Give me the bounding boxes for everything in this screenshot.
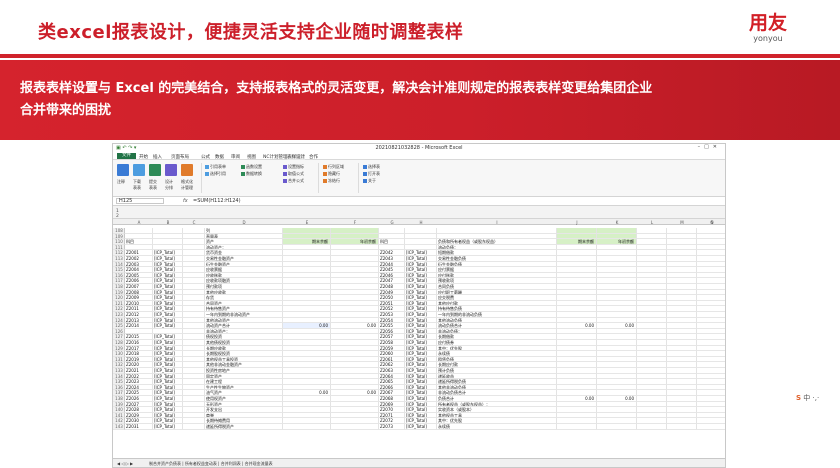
excel-window: ▣ ↶ ↷ ▾ 20210821032828 - Microsoft Excel…	[112, 143, 726, 468]
ribbon-item[interactable]: 冻结行	[323, 178, 340, 184]
window-title: 20210821032828 - Microsoft Excel	[375, 145, 463, 151]
logo-sub-text: yonyou	[753, 34, 783, 43]
submit-icon[interactable]	[149, 164, 161, 176]
column-header[interactable]: D	[205, 220, 283, 225]
outline-levels: 1 2	[113, 206, 725, 219]
column-header[interactable]: B	[153, 220, 183, 225]
header-divider	[0, 54, 840, 58]
column-header[interactable]: A	[125, 220, 153, 225]
table-cell[interactable]	[667, 424, 697, 430]
banner-line-1: 报表表样设置与 Excel 的完美结合，支持报表格式的灵活变更，解决会计准则规定…	[20, 81, 653, 96]
ribbon-tab[interactable]: 开始	[139, 154, 148, 160]
ribbon-tab[interactable]: 审阅	[231, 154, 240, 160]
ribbon-tab[interactable]: NC计划管理	[263, 154, 288, 160]
window-controls-icon[interactable]: –□✕	[698, 144, 721, 150]
table-cell[interactable]	[697, 424, 725, 430]
column-header[interactable]: O	[697, 220, 725, 225]
table-cell[interactable]	[597, 424, 637, 430]
table-cell[interactable]	[283, 424, 331, 430]
ribbon-tab[interactable]: 合作	[309, 154, 318, 160]
table-cell[interactable]: Z2031	[125, 424, 153, 430]
ribbon-item[interactable]: 选择引用	[205, 171, 226, 177]
ribbon-item[interactable]: 合并公式	[283, 178, 304, 184]
sheet-tabs: ◀ ◁ ▷ ▶ 制合并资产负债表 | 所有者权益变动表 | 合并利润表 | 合并…	[113, 458, 725, 467]
format-icon[interactable]	[181, 164, 193, 176]
fx-icon[interactable]: fx	[183, 198, 188, 204]
table-cell[interactable]	[637, 424, 667, 430]
table-cell[interactable]: 永续债	[437, 424, 557, 430]
excel-titlebar: ▣ ↶ ↷ ▾ 20210821032828 - Microsoft Excel…	[113, 144, 725, 152]
ribbon-separator	[318, 163, 319, 193]
table-cell[interactable]	[331, 424, 379, 430]
ribbon: 注释 下载 提交 设计 格式化 表表 表表 分排 计管理 引用表单 选择引用 函…	[113, 160, 725, 197]
slide-title: 类excel报表设计，便捷灵活支持企业随时调整表样	[38, 22, 464, 43]
column-header[interactable]: I	[437, 220, 557, 225]
ribbon-item[interactable]: 隐藏行	[323, 171, 340, 177]
sheet-nav-icon[interactable]: ◀ ◁ ▷ ▶	[117, 461, 133, 466]
logo-main-text: 用友	[748, 12, 787, 34]
formula-bar: H125 fx =SUM(H112:H124)	[113, 197, 725, 206]
column-header[interactable]: K	[597, 220, 637, 225]
ribbon-item[interactable]: 数据转换	[241, 171, 262, 177]
table-cell[interactable]	[557, 424, 597, 430]
annotate-icon[interactable]	[117, 164, 129, 176]
column-header[interactable]: F	[331, 220, 379, 225]
table-cell[interactable]: [ICP_Total]	[153, 424, 183, 430]
spreadsheet-grid: 108 列 109 直量表 110 科目 资产 期末余额 年初余额 科目 负债和所有者权益（或股东权…	[113, 228, 725, 460]
sogou-s-icon: S	[796, 394, 802, 402]
banner-text: 报表表样设置与 Excel 的完美结合，支持报表格式的灵活变更，解决会计准则规定…	[20, 78, 810, 122]
table-cell[interactable]: [ICP_Total]	[405, 424, 437, 430]
column-headers: ABCDEFGHIJKLMNO	[113, 219, 725, 225]
download-icon[interactable]	[133, 164, 145, 176]
ribbon-item[interactable]: 行列区域	[323, 164, 344, 170]
ime-indicator[interactable]: S 中 ·,·	[796, 393, 819, 403]
ribbon-tab[interactable]: 页面布局	[171, 154, 189, 160]
ribbon-item[interactable]: 引用表单	[205, 164, 226, 170]
ribbon-tab[interactable]: 文件	[117, 153, 136, 159]
banner-line-2: 合并带来的困扰	[20, 103, 112, 118]
ribbon-item[interactable]: 设置指标	[283, 164, 304, 170]
column-header[interactable]: G	[379, 220, 405, 225]
ime-mode-label: 中	[803, 394, 811, 402]
column-header[interactable]: E	[283, 220, 331, 225]
red-banner: 报表表样设置与 Excel 的完美结合，支持报表格式的灵活变更，解决会计准则规定…	[0, 60, 840, 140]
row-number[interactable]: 143	[113, 424, 125, 430]
ribbon-item[interactable]: 取值公式	[283, 171, 304, 177]
ribbon-item[interactable]: 关于	[363, 178, 376, 184]
ribbon-separator	[201, 163, 202, 193]
btn-label-7: 表表	[149, 185, 157, 190]
btn-label-8: 分排	[165, 185, 173, 190]
table-row: 143 Z2031 [ICP_Total] 递延所得税资产 Z2073 [ICP_Tota…	[113, 424, 725, 430]
table-cell[interactable]: 递延所得税资产	[205, 424, 283, 430]
ribbon-item[interactable]: 选择表	[363, 164, 380, 170]
ime-tools-icon: ·,·	[812, 394, 820, 402]
column-header[interactable]: L	[637, 220, 667, 225]
column-header[interactable]: J	[557, 220, 597, 225]
yonyou-logo: 用友 yonyou	[738, 12, 798, 44]
ribbon-tab[interactable]: 公式	[201, 154, 210, 160]
name-box[interactable]: H125	[116, 198, 164, 204]
table-cell[interactable]	[183, 424, 205, 430]
ribbon-separator	[358, 163, 359, 193]
ribbon-item[interactable]: 打开表	[363, 171, 380, 177]
ribbon-tab[interactable]: 插入	[153, 154, 162, 160]
ribbon-tabs: 文件 开始 插入 页面布局 公式 数据 审阅 视图 NC计划管理 表样设计 合作	[113, 152, 725, 160]
design-icon[interactable]	[165, 164, 177, 176]
ribbon-tab[interactable]: 表样设计	[287, 153, 305, 160]
ribbon-tab[interactable]: 数据	[215, 154, 224, 160]
formula-input[interactable]: =SUM(H112:H124)	[193, 198, 241, 204]
column-header[interactable]: C	[183, 220, 205, 225]
ribbon-item[interactable]: 函数设置	[241, 164, 262, 170]
column-header[interactable]: H	[405, 220, 437, 225]
ribbon-tab[interactable]: 视图	[247, 154, 256, 160]
btn-label-9: 计管理	[181, 185, 193, 190]
table-cell[interactable]: Z2073	[379, 424, 405, 430]
sheet-tab-list[interactable]: 制合并资产负债表 | 所有者权益变动表 | 合并利润表 | 合并现金流量表	[149, 461, 273, 467]
btn-label-1: 注释	[117, 179, 125, 184]
column-header[interactable]: M	[667, 220, 697, 225]
btn-label-6: 表表	[133, 185, 141, 190]
